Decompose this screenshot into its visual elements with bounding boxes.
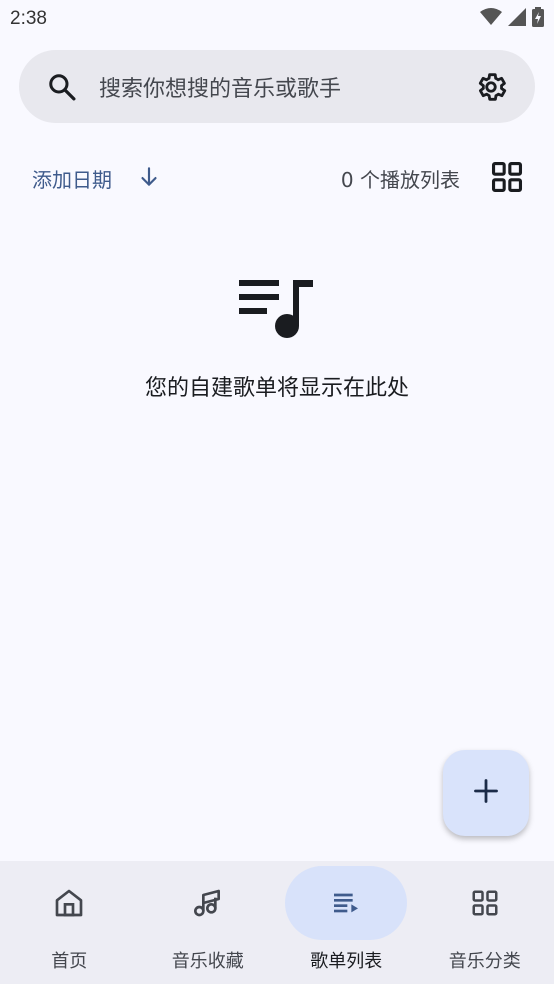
home-icon bbox=[52, 886, 86, 920]
status-bar: 2:38 bbox=[0, 0, 554, 38]
search-bar[interactable]: 搜索你想搜的音乐或歌手 bbox=[19, 50, 535, 123]
empty-state-message: 您的自建歌单将显示在此处 bbox=[144, 376, 409, 401]
battery-charging-icon bbox=[532, 7, 544, 31]
playlist-count: 0 个播放列表 bbox=[340, 168, 460, 192]
nav-item-playlists[interactable]: 歌单列表 bbox=[277, 861, 416, 984]
nav-item-favorites[interactable]: 音乐收藏 bbox=[139, 861, 278, 984]
nav-item-home[interactable]: 首页 bbox=[0, 861, 139, 984]
nav-item-categories[interactable]: 音乐分类 bbox=[416, 861, 554, 984]
signal-icon bbox=[508, 8, 526, 30]
nav-label: 音乐分类 bbox=[448, 951, 521, 972]
empty-state: 您的自建歌单将显示在此处 bbox=[0, 270, 554, 402]
arrow-down-icon[interactable] bbox=[136, 164, 162, 190]
search-input[interactable]: 搜索你想搜的音乐或歌手 bbox=[99, 71, 473, 103]
plus-icon bbox=[472, 777, 500, 809]
status-time: 2:38 bbox=[10, 8, 47, 29]
status-icons bbox=[480, 7, 544, 31]
gear-icon[interactable] bbox=[473, 69, 509, 105]
nav-label: 歌单列表 bbox=[310, 951, 383, 972]
nav-label: 首页 bbox=[51, 951, 88, 972]
music-note-icon bbox=[191, 886, 225, 920]
grid-view-icon[interactable] bbox=[490, 160, 524, 194]
sort-by-button[interactable]: 添加日期 bbox=[32, 164, 112, 193]
search-icon[interactable] bbox=[45, 70, 79, 104]
add-playlist-button[interactable] bbox=[443, 750, 529, 836]
bottom-navigation: 首页 音乐收藏 歌单列表 音乐分类 bbox=[0, 861, 554, 984]
wifi-icon bbox=[480, 8, 502, 30]
sort-row: 添加日期 0 个播放列表 bbox=[0, 150, 554, 206]
nav-label: 音乐收藏 bbox=[171, 951, 244, 972]
playlist-icon bbox=[329, 886, 363, 920]
category-grid-icon bbox=[468, 886, 502, 920]
playlist-music-icon bbox=[235, 270, 319, 340]
